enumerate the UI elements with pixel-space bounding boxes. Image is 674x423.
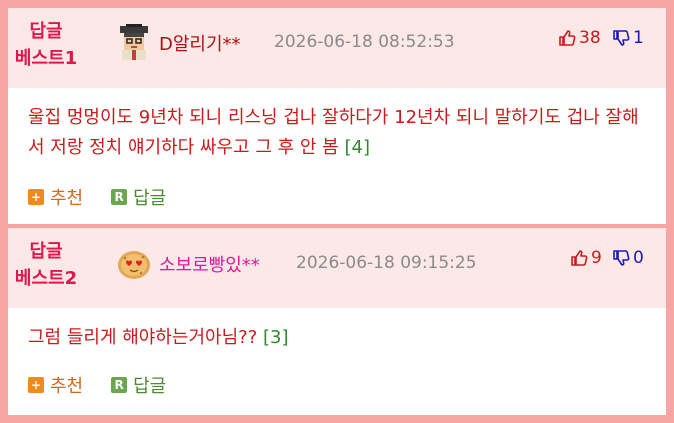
reply-button[interactable]: R 답글 [111,184,166,210]
r-square-icon: R [111,377,128,393]
like-count: 38 [579,28,601,48]
best-reply-badge: 답글 베스트2 [8,238,84,292]
comment-header: 답글 베스트2 소보로빵있** 2026-06-18 09:15:25 9 0 [8,228,666,308]
thumbs-up-icon [559,30,576,46]
comment-body: 울집 멍멍이도 9년차 되니 리스닝 겁나 잘하다가 12년차 되니 말하기도 … [28,107,639,158]
dislike-count: 1 [633,28,644,48]
like-button[interactable]: 38 [558,28,601,48]
plus-square-icon: + [28,189,44,205]
best-label-line2: 베스트1 [14,48,78,69]
comment-date: 2026-06-18 09:15:25 [296,253,477,273]
dislike-button[interactable]: 0 [612,248,644,268]
best-label-line1: 답글 [29,241,63,262]
comment-list: 답글 베스트1 D알리기** 2026-06-18 08:52:53 38 1 … [8,8,666,415]
dislike-button[interactable]: 1 [612,28,644,48]
comment-nickname[interactable]: 소보로빵있** [159,251,260,277]
comment-date: 2026-06-18 08:52:53 [274,32,455,52]
plus-square-icon: + [28,377,44,393]
reply-count[interactable]: [4] [344,137,370,158]
recommend-label: 추천 [50,188,84,209]
best-label-line2: 베스트2 [14,268,78,289]
comment-text: 울집 멍멍이도 9년차 되니 리스닝 겁나 잘하다가 12년차 되니 말하기도 … [28,103,653,163]
reply-label: 답글 [133,376,167,397]
bread-heart-eyes-avatar-icon[interactable] [116,246,152,282]
r-square-icon: R [111,189,128,205]
comment-body: 그럼 들리게 해야하는거아님?? [28,327,258,348]
dislike-count: 0 [633,248,644,268]
best-reply-badge: 답글 베스트1 [8,18,84,72]
reply-label: 답글 [133,188,167,209]
graduate-pixel-avatar-icon[interactable] [116,24,152,60]
comment-nickname[interactable]: D알리기** [159,30,241,56]
comment-text: 그럼 들리게 해야하는거아님?? [3] [28,323,653,353]
thumbs-down-icon [613,30,630,46]
thumbs-up-icon [571,250,588,266]
comment-actions: + 추천 R 답글 [28,372,166,398]
like-count: 9 [591,248,602,268]
comment-actions: + 추천 R 답글 [28,184,166,210]
best-label-line1: 답글 [29,21,63,42]
thumbs-down-icon [613,250,630,266]
comment-header: 답글 베스트1 D알리기** 2026-06-18 08:52:53 38 1 [8,8,666,88]
reply-button[interactable]: R 답글 [111,372,166,398]
reply-count[interactable]: [3] [263,327,289,348]
recommend-button[interactable]: + 추천 [28,184,83,210]
recommend-label: 추천 [50,376,84,397]
recommend-button[interactable]: + 추천 [28,372,83,398]
like-button[interactable]: 9 [570,248,602,268]
